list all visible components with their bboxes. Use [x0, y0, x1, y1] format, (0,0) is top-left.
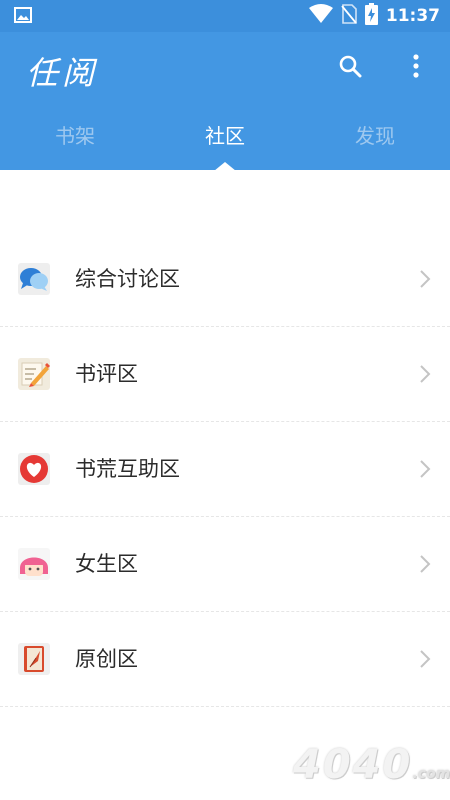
chevron-right-icon — [418, 458, 432, 480]
status-time: 11:37 — [385, 6, 440, 26]
app-bar: 任阅 书架 社区 发现 — [0, 32, 450, 171]
chat-bubbles-icon — [18, 263, 50, 295]
list-item-label: 原创区 — [75, 647, 138, 671]
chevron-right-icon — [418, 363, 432, 385]
list-item-book-review[interactable]: 书评区 — [0, 327, 450, 422]
search-button[interactable] — [334, 52, 366, 84]
list-item-label: 女生区 — [75, 552, 138, 576]
list-item-book-shortage-help[interactable]: 书荒互助区 — [0, 422, 450, 517]
list-item-label: 综合讨论区 — [75, 267, 180, 291]
tab-bookshelf[interactable]: 书架 — [0, 118, 150, 170]
watermark-domain: .com — [412, 766, 450, 782]
no-sim-icon — [341, 4, 357, 28]
wifi-icon — [308, 4, 333, 28]
battery-charging-icon — [364, 3, 378, 29]
chevron-right-icon — [418, 648, 432, 670]
heart-icon — [18, 453, 50, 485]
tab-discover[interactable]: 发现 — [300, 118, 450, 170]
community-list: 综合讨论区 书评区 书荒互助区 女生区 原创区 — [0, 232, 450, 707]
overflow-menu-button[interactable] — [400, 52, 432, 84]
pencil-note-icon — [18, 358, 50, 390]
list-item-girls-section[interactable]: 女生区 — [0, 517, 450, 612]
tab-indicator — [214, 162, 236, 171]
chevron-right-icon — [418, 553, 432, 575]
chevron-right-icon — [418, 268, 432, 290]
list-item-original-works[interactable]: 原创区 — [0, 612, 450, 707]
book-quill-icon — [18, 643, 50, 675]
search-icon — [338, 54, 362, 82]
watermark-text: 4040 — [293, 742, 413, 788]
image-icon — [14, 7, 32, 23]
status-bar: 11:37 — [0, 0, 450, 32]
app-title: 任阅 — [26, 54, 99, 92]
more-vert-icon — [412, 54, 420, 82]
girl-face-icon — [18, 548, 50, 580]
list-item-label: 书荒互助区 — [75, 457, 180, 481]
site-watermark: 4040.com — [293, 742, 450, 794]
list-item-general-discussion[interactable]: 综合讨论区 — [0, 232, 450, 327]
list-item-label: 书评区 — [75, 362, 138, 386]
